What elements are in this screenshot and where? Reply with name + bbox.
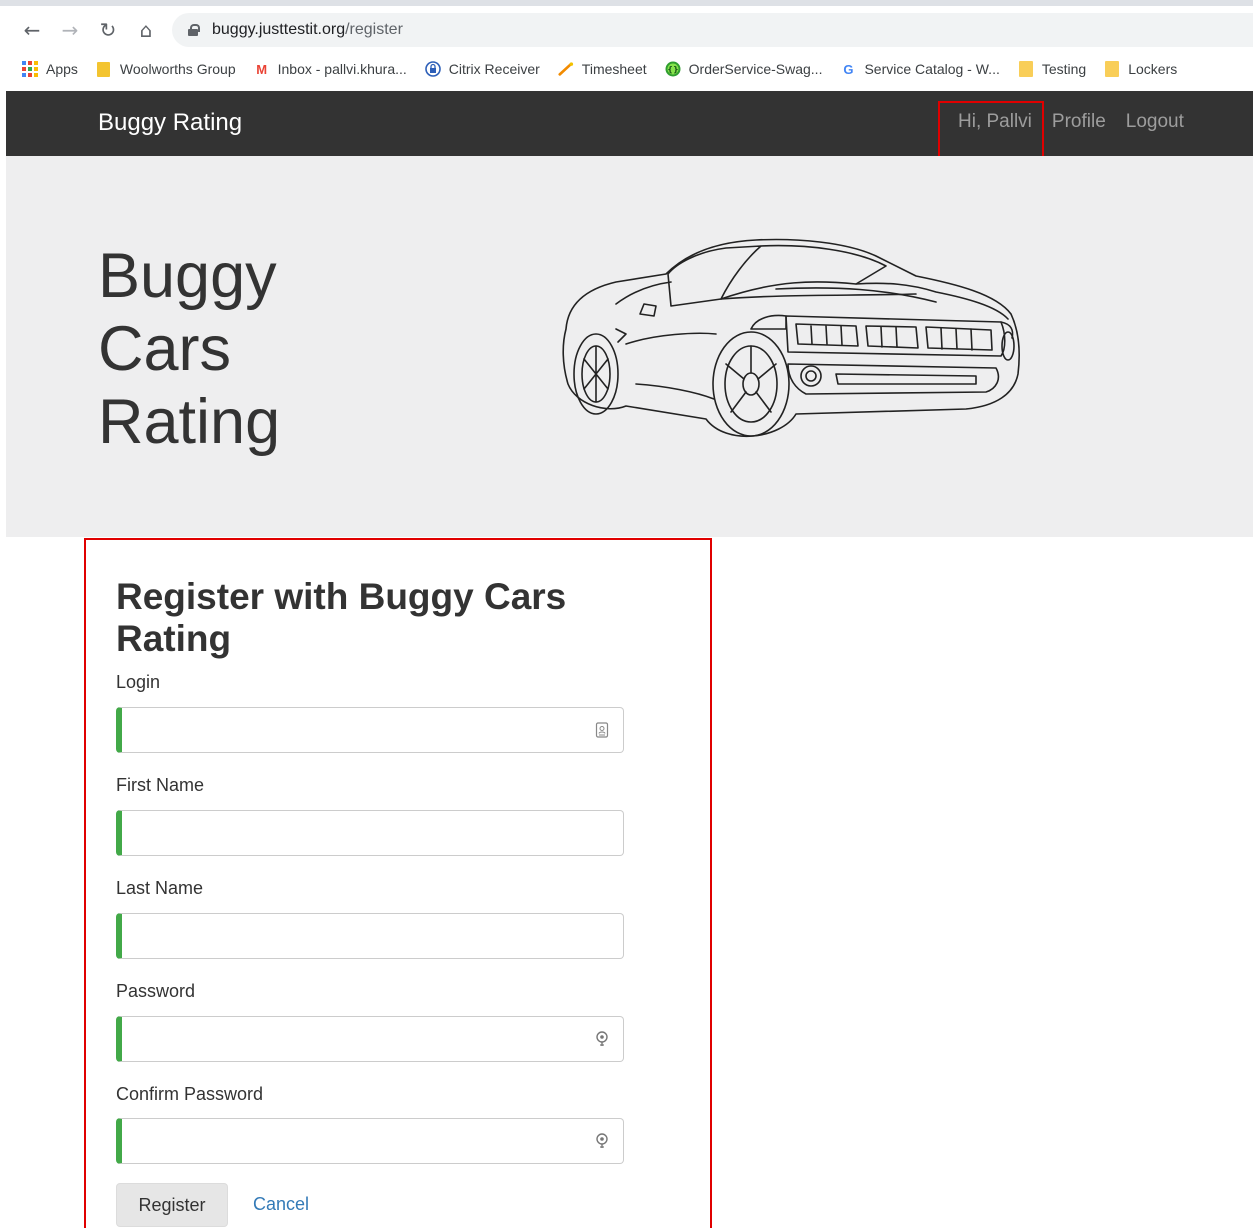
confirm-password-label: Confirm Password bbox=[116, 1084, 264, 1104]
last-name-label: Last Name bbox=[116, 878, 204, 898]
browser-toolbar: ← → ↻ ⌂ buggy.justtestit.org/register Ap… bbox=[0, 0, 1253, 91]
google-icon: G bbox=[843, 61, 854, 77]
reload-icon[interactable]: ↻ bbox=[94, 16, 122, 44]
form-title: Register with Buggy Cars Rating bbox=[116, 576, 567, 659]
forward-arrow-icon[interactable]: → bbox=[56, 16, 84, 44]
tab-strip bbox=[0, 0, 1253, 6]
hero-line: Rating bbox=[98, 387, 281, 457]
bookmark-label: Lockers bbox=[1128, 61, 1178, 77]
first-name-label: First Name bbox=[116, 775, 205, 795]
hero-title: Buggy Cars Rating bbox=[98, 240, 280, 459]
register-button[interactable]: Register bbox=[116, 1183, 228, 1227]
lock-icon bbox=[188, 24, 200, 36]
hero-line: Cars bbox=[98, 314, 232, 384]
bookmark-inbox[interactable]: M Inbox - pallvi.khura... bbox=[254, 61, 407, 77]
folder-icon bbox=[1018, 61, 1034, 77]
last-name-input[interactable] bbox=[116, 913, 624, 959]
folder-icon bbox=[1104, 61, 1120, 77]
confirm-password-input[interactable] bbox=[116, 1118, 624, 1164]
bookmark-orderservice[interactable]: {} OrderService-Swag... bbox=[665, 61, 823, 77]
swagger-icon: {} bbox=[665, 61, 681, 77]
login-label: Login bbox=[116, 672, 161, 692]
hero-line: Buggy bbox=[98, 241, 277, 311]
url-path: /register bbox=[345, 21, 403, 38]
logout-link[interactable]: Logout bbox=[1126, 111, 1184, 133]
contact-card-icon[interactable] bbox=[595, 722, 609, 738]
bookmark-label: Inbox - pallvi.khura... bbox=[277, 61, 407, 77]
bookmark-testing[interactable]: Testing bbox=[1018, 61, 1086, 77]
car-illustration bbox=[562, 238, 1020, 438]
address-bar[interactable]: buggy.justtestit.org/register bbox=[172, 13, 1253, 47]
browser-nav-row: ← → ↻ ⌂ buggy.justtestit.org/register bbox=[0, 12, 1253, 48]
site-navbar: Buggy Rating Hi, Pallvi Profile Logout bbox=[6, 91, 1253, 156]
bookmark-label: Citrix Receiver bbox=[448, 61, 540, 77]
bookmark-apps[interactable]: Apps bbox=[22, 61, 78, 77]
bookmark-lockers[interactable]: Lockers bbox=[1104, 61, 1177, 77]
back-arrow-icon[interactable]: ← bbox=[18, 16, 46, 44]
url-host: buggy.justtestit.org bbox=[212, 21, 346, 38]
bookmark-woolworths[interactable]: Woolworths Group bbox=[96, 61, 236, 77]
hero-banner: Buggy Cars Rating bbox=[6, 156, 1253, 537]
bookmark-label: OrderService-Swag... bbox=[688, 61, 823, 77]
password-input[interactable] bbox=[116, 1016, 624, 1062]
bookmark-label: Timesheet bbox=[581, 61, 647, 77]
gmail-icon: M bbox=[256, 61, 268, 77]
bookmark-service-catalog[interactable]: G Service Catalog - W... bbox=[840, 61, 999, 77]
password-key-icon[interactable] bbox=[595, 1031, 609, 1047]
first-name-input[interactable] bbox=[116, 810, 624, 856]
svg-text:{}: {} bbox=[667, 65, 678, 74]
password-label: Password bbox=[116, 981, 196, 1001]
password-key-icon[interactable] bbox=[595, 1133, 609, 1149]
bookmark-label: Testing bbox=[1041, 61, 1087, 77]
bookmark-label: Service Catalog - W... bbox=[864, 61, 1000, 77]
profile-link[interactable]: Profile bbox=[1052, 111, 1106, 133]
bookmark-citrix[interactable]: Citrix Receiver bbox=[424, 61, 540, 77]
citrix-icon bbox=[424, 61, 441, 77]
timesheet-icon bbox=[558, 61, 574, 77]
brand-link[interactable]: Buggy Rating bbox=[98, 109, 242, 137]
bookmark-label: Apps bbox=[46, 61, 78, 77]
bookmarks-bar: Apps Woolworths Group M Inbox - pallvi.k… bbox=[0, 54, 1253, 84]
apps-grid-icon bbox=[22, 61, 38, 77]
bookmark-label: Woolworths Group bbox=[119, 61, 236, 77]
login-input[interactable] bbox=[116, 707, 624, 753]
bookmark-timesheet[interactable]: Timesheet bbox=[558, 61, 647, 77]
home-icon[interactable]: ⌂ bbox=[132, 16, 160, 44]
woolworths-icon bbox=[96, 61, 112, 77]
